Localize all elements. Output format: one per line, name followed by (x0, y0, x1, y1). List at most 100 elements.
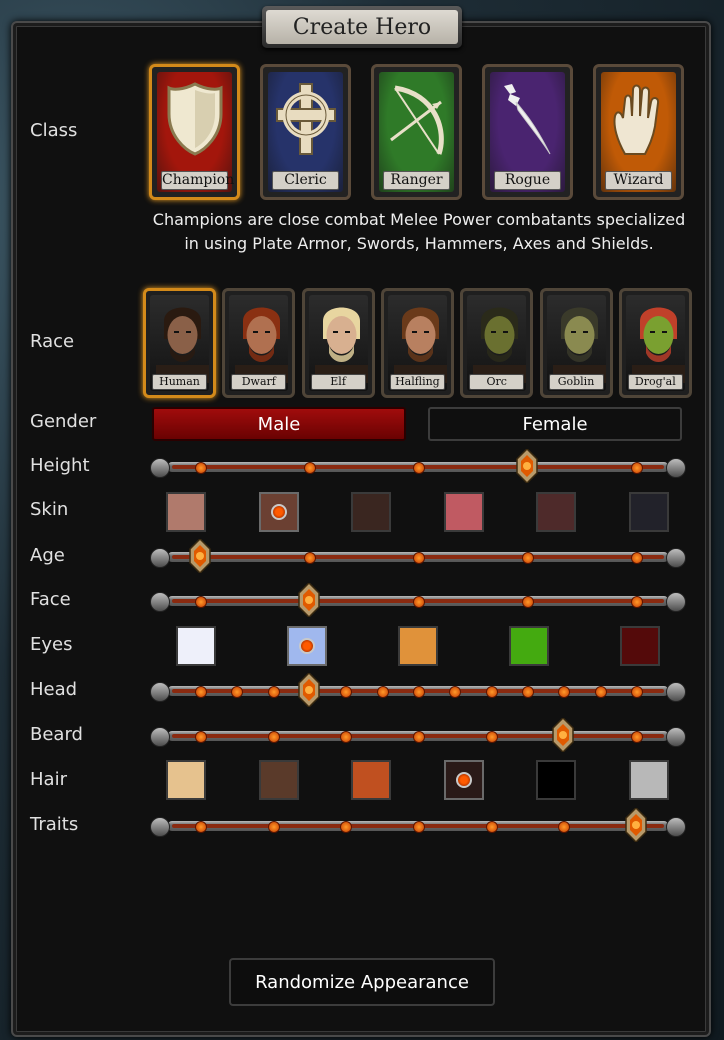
race-portrait: Halfling (387, 295, 447, 391)
class-card-champion[interactable]: Champion (149, 64, 240, 200)
slider-notch[interactable] (195, 596, 207, 608)
skin-color-swatch[interactable] (258, 492, 299, 532)
race-card-drogal[interactable]: Drog'al (618, 288, 692, 398)
race-portrait: Drog'al (625, 295, 685, 391)
slider-notch[interactable] (413, 731, 425, 743)
slider-endcap (150, 592, 170, 612)
head-slider[interactable] (148, 671, 688, 709)
slider-notch[interactable] (485, 731, 498, 743)
randomize-appearance-button[interactable]: Randomize Appearance (229, 958, 495, 1006)
skin-color-swatch[interactable] (443, 492, 484, 532)
race-card-elf[interactable]: Elf (301, 288, 375, 398)
class-art: Champion (157, 72, 234, 192)
slider-notch[interactable] (304, 552, 316, 564)
slider-notch[interactable] (485, 821, 498, 833)
head-label: Head (30, 679, 78, 700)
race-card-orc[interactable]: Orc (460, 288, 534, 398)
slider-notch[interactable] (231, 686, 244, 698)
slider-notch[interactable] (413, 462, 425, 474)
portrait-icon (393, 307, 447, 385)
slider-notch[interactable] (267, 686, 280, 698)
race-card-goblin[interactable]: Goblin (539, 288, 613, 398)
slider-thumb[interactable] (298, 671, 320, 709)
slider-notch[interactable] (449, 686, 462, 698)
skin-color-swatch[interactable] (351, 492, 391, 532)
slider-thumb[interactable] (552, 716, 575, 754)
face-slider[interactable] (148, 581, 688, 619)
slider-notch[interactable] (195, 821, 207, 833)
slider-notch[interactable] (594, 686, 607, 698)
hair-color-swatch[interactable] (628, 760, 669, 800)
slider-notch[interactable] (631, 686, 643, 698)
slider-notch[interactable] (558, 686, 571, 698)
age-slider[interactable] (148, 537, 688, 575)
slider-notch[interactable] (558, 821, 571, 833)
slider-notch[interactable] (522, 596, 534, 608)
gender-male-button[interactable]: Male (152, 407, 406, 441)
bow-icon (385, 72, 449, 164)
class-name-label: Wizard (605, 171, 672, 190)
eyes-color-swatch[interactable] (509, 626, 549, 666)
class-label: Class (30, 120, 78, 141)
race-card-halfling[interactable]: Halfling (380, 288, 454, 398)
slider-notch[interactable] (413, 596, 425, 608)
slider-thumb[interactable] (189, 537, 211, 575)
hair-color-swatch[interactable] (351, 760, 391, 800)
class-card-cleric[interactable]: Cleric (260, 64, 351, 200)
slider-notch[interactable] (267, 731, 280, 743)
slider-notch[interactable] (340, 731, 353, 743)
slider-thumb[interactable] (516, 447, 538, 485)
beard-slider[interactable] (148, 716, 688, 754)
slider-notch[interactable] (195, 462, 207, 474)
slider-notch[interactable] (522, 552, 534, 564)
slider-notch[interactable] (413, 552, 425, 564)
class-name-label: Ranger (383, 171, 450, 190)
slider-thumb[interactable] (298, 581, 320, 619)
slider-notch[interactable] (340, 686, 353, 698)
slider-endcap (666, 458, 686, 478)
slider-notch[interactable] (413, 821, 425, 833)
eyes-color-swatch[interactable] (398, 626, 438, 666)
hair-color-swatch[interactable] (258, 760, 299, 800)
hair-color-swatch[interactable] (536, 760, 576, 800)
title-plate: Create Hero (262, 6, 462, 48)
portrait-icon (473, 307, 527, 385)
class-card-ranger[interactable]: Ranger (371, 64, 462, 200)
height-slider[interactable] (148, 447, 688, 485)
slider-notch[interactable] (340, 821, 353, 833)
slider-notch[interactable] (631, 596, 643, 608)
slider-notch[interactable] (267, 821, 280, 833)
traits-slider[interactable] (148, 806, 688, 844)
slider-thumb[interactable] (625, 806, 647, 844)
stage: Create Hero Class Champions are close co… (0, 0, 724, 1040)
race-card-human[interactable]: Human (143, 288, 216, 398)
slider-notch[interactable] (631, 552, 643, 564)
hair-color-swatch[interactable] (166, 760, 206, 800)
slider-notch[interactable] (631, 462, 643, 474)
race-name-label: Orc (469, 374, 525, 390)
selected-indicator-icon (455, 772, 472, 788)
slider-notch[interactable] (195, 686, 207, 698)
slider-endcap (150, 817, 170, 837)
gender-female-button[interactable]: Female (428, 407, 682, 441)
dagger-icon (496, 72, 560, 164)
slider-notch[interactable] (195, 731, 207, 743)
slider-notch[interactable] (413, 686, 425, 698)
selected-indicator-icon (299, 638, 315, 654)
class-card-rogue[interactable]: Rogue (482, 64, 573, 200)
class-card-wizard[interactable]: Wizard (593, 64, 684, 200)
race-card-dwarf[interactable]: Dwarf (222, 288, 296, 398)
hair-color-swatch[interactable] (443, 760, 484, 800)
slider-endcap (150, 682, 170, 702)
slider-notch[interactable] (485, 686, 498, 698)
skin-color-swatch[interactable] (536, 492, 576, 532)
slider-notch[interactable] (522, 686, 534, 698)
slider-notch[interactable] (304, 462, 316, 474)
eyes-color-swatch[interactable] (287, 626, 327, 666)
slider-notch[interactable] (631, 731, 643, 743)
slider-notch[interactable] (376, 686, 389, 698)
skin-color-swatch[interactable] (628, 492, 669, 532)
skin-color-swatch[interactable] (166, 492, 206, 532)
eyes-color-swatch[interactable] (620, 626, 660, 666)
eyes-color-swatch[interactable] (176, 626, 216, 666)
